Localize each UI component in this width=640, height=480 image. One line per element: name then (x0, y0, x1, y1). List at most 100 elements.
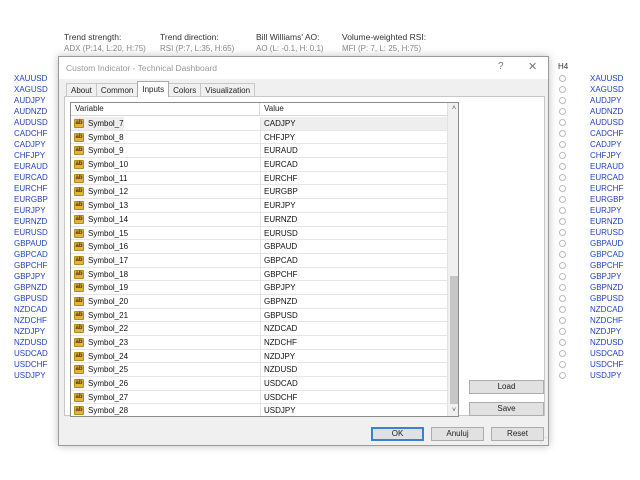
table-row[interactable]: ab Symbol_20 GBPNZD (71, 294, 447, 309)
save-button[interactable]: Save (469, 402, 544, 416)
symbol-link[interactable]: NZDCHF (14, 315, 48, 326)
table-row[interactable]: ab Symbol_22 NZDCAD (71, 322, 447, 336)
symbol-link[interactable]: GBPAUD (14, 238, 48, 249)
help-icon[interactable]: ? (498, 61, 504, 72)
symbol-link[interactable]: AUDNZD (590, 106, 624, 117)
scroll-thumb[interactable] (450, 276, 458, 404)
symbol-link[interactable]: GBPNZD (590, 282, 624, 293)
symbol-link[interactable]: EURAUD (590, 161, 624, 172)
value-cell[interactable]: GBPUSD (260, 308, 447, 322)
symbol-link[interactable]: USDJPY (590, 370, 624, 381)
value-cell[interactable]: GBPCHF (260, 267, 447, 281)
tab-colors[interactable]: Colors (168, 83, 202, 97)
symbol-link[interactable]: EURUSD (14, 227, 48, 238)
table-row[interactable]: ab Symbol_8 CHFJPY (71, 130, 447, 145)
symbol-link[interactable]: NZDJPY (590, 326, 624, 337)
value-cell[interactable]: EURCAD (260, 158, 447, 172)
tab-inputs[interactable]: Inputs (137, 81, 170, 97)
table-row[interactable]: ab Symbol_12 EURGBP (71, 185, 447, 200)
symbol-link[interactable]: GBPAUD (590, 238, 624, 249)
symbol-link[interactable]: NZDJPY (14, 326, 48, 337)
symbol-link[interactable]: GBPCHF (590, 260, 624, 271)
value-cell[interactable]: USDJPY (260, 404, 447, 416)
value-cell[interactable]: GBPNZD (260, 294, 447, 308)
symbol-link[interactable]: NZDUSD (590, 337, 624, 348)
symbol-link[interactable]: CADJPY (14, 139, 48, 150)
symbol-link[interactable]: XAGUSD (590, 84, 624, 95)
symbol-link[interactable]: XAUUSD (14, 73, 48, 84)
symbol-link[interactable]: NZDCAD (590, 304, 624, 315)
symbol-link[interactable]: GBPJPY (14, 271, 48, 282)
symbol-link[interactable]: CADJPY (590, 139, 624, 150)
value-cell[interactable]: USDCAD (260, 377, 447, 391)
table-row[interactable]: ab Symbol_27 USDCHF (71, 390, 447, 405)
table-row[interactable]: ab Symbol_10 EURCAD (71, 158, 447, 172)
symbol-link[interactable]: AUDNZD (14, 106, 48, 117)
table-row[interactable]: ab Symbol_17 GBPCAD (71, 253, 447, 268)
symbol-link[interactable]: XAGUSD (14, 84, 48, 95)
table-row[interactable]: ab Symbol_19 GBPJPY (71, 281, 447, 295)
symbol-link[interactable]: CADCHF (14, 128, 48, 139)
table-row[interactable]: ab Symbol_18 GBPCHF (71, 267, 447, 282)
value-cell[interactable]: NZDUSD (260, 363, 447, 377)
symbol-link[interactable]: EURNZD (590, 216, 624, 227)
table-row[interactable]: ab Symbol_25 NZDUSD (71, 363, 447, 378)
tab-common[interactable]: Common (95, 83, 139, 97)
symbol-link[interactable]: GBPJPY (590, 271, 624, 282)
scroll-down-icon[interactable]: ˅ (448, 405, 458, 416)
load-button[interactable]: Load (469, 380, 544, 394)
symbol-link[interactable]: EURJPY (590, 205, 624, 216)
value-cell[interactable]: NZDCHF (260, 336, 447, 349)
symbol-link[interactable]: NZDCHF (590, 315, 624, 326)
symbol-link[interactable]: GBPCHF (14, 260, 48, 271)
value-cell[interactable]: USDCHF (260, 390, 447, 404)
symbol-link[interactable]: GBPCAD (590, 249, 624, 260)
symbol-link[interactable]: USDCAD (590, 348, 624, 359)
table-row[interactable]: ab Symbol_15 EURUSD (71, 226, 447, 241)
table-row[interactable]: ab Symbol_13 EURJPY (71, 199, 447, 213)
symbol-link[interactable]: USDCHF (14, 359, 48, 370)
symbol-link[interactable]: EURCHF (590, 183, 624, 194)
symbol-link[interactable]: EURGBP (14, 194, 48, 205)
table-row[interactable]: ab Symbol_7 CADJPY (71, 117, 447, 131)
symbol-link[interactable]: EURCAD (590, 172, 624, 183)
table-row[interactable]: ab Symbol_28 USDJPY (71, 404, 447, 416)
symbol-link[interactable]: EURJPY (14, 205, 48, 216)
table-row[interactable]: ab Symbol_23 NZDCHF (71, 336, 447, 350)
dialog-titlebar[interactable]: Custom Indicator - Technical Dashboard ?… (59, 57, 548, 79)
value-cell[interactable]: GBPCAD (260, 253, 447, 267)
symbol-link[interactable]: AUDJPY (590, 95, 624, 106)
value-cell[interactable]: CHFJPY (260, 130, 447, 144)
symbol-link[interactable]: GBPUSD (590, 293, 624, 304)
grid-scrollbar[interactable]: ˄ ˅ (447, 103, 458, 416)
symbol-link[interactable]: GBPUSD (14, 293, 48, 304)
symbol-link[interactable]: EURGBP (590, 194, 624, 205)
table-row[interactable]: ab Symbol_21 GBPUSD (71, 308, 447, 323)
symbol-link[interactable]: GBPNZD (14, 282, 48, 293)
symbol-link[interactable]: GBPCAD (14, 249, 48, 260)
symbol-link[interactable]: CADCHF (590, 128, 624, 139)
reset-button[interactable]: Reset (491, 427, 544, 441)
value-cell[interactable]: EURAUD (260, 144, 447, 158)
value-cell[interactable]: EURUSD (260, 226, 447, 240)
symbol-link[interactable]: NZDUSD (14, 337, 48, 348)
symbol-link[interactable]: EURUSD (590, 227, 624, 238)
close-icon[interactable]: ✕ (528, 60, 537, 73)
symbol-link[interactable]: AUDJPY (14, 95, 48, 106)
value-cell[interactable]: CADJPY (260, 117, 447, 130)
table-row[interactable]: ab Symbol_11 EURCHF (71, 171, 447, 186)
value-cell[interactable]: EURCHF (260, 171, 447, 185)
symbol-link[interactable]: CHFJPY (590, 150, 624, 161)
value-cell[interactable]: NZDCAD (260, 322, 447, 336)
column-header-value[interactable]: Value (264, 104, 284, 113)
column-divider[interactable] (259, 103, 260, 116)
symbol-link[interactable]: EURNZD (14, 216, 48, 227)
value-cell[interactable]: NZDJPY (260, 349, 447, 363)
tab-visualization[interactable]: Visualization (200, 83, 256, 97)
symbol-link[interactable]: XAUUSD (590, 73, 624, 84)
table-row[interactable]: ab Symbol_16 GBPAUD (71, 240, 447, 254)
ok-button[interactable]: OK (371, 427, 424, 441)
table-row[interactable]: ab Symbol_24 NZDJPY (71, 349, 447, 364)
symbol-link[interactable]: AUDUSD (590, 117, 624, 128)
column-header-variable[interactable]: Variable (75, 104, 104, 113)
